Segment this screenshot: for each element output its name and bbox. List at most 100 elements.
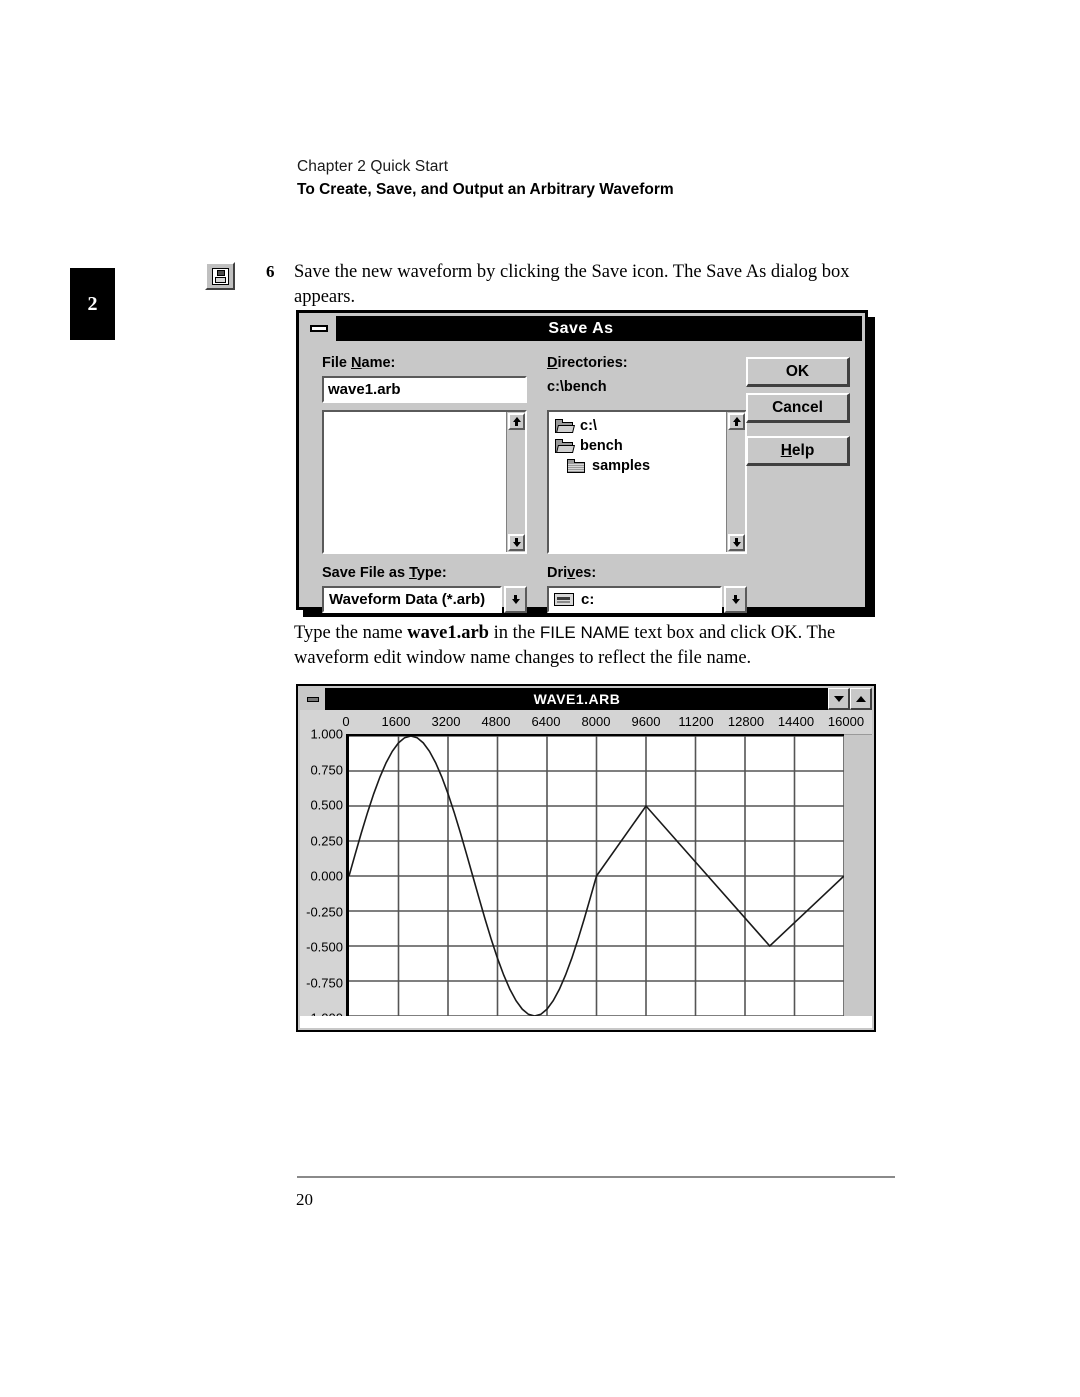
arrow-down-glyph — [731, 599, 740, 604]
directory-label: c:\ — [580, 418, 597, 434]
help-button-label: Help — [780, 441, 815, 459]
waveform-plot-area[interactable] — [346, 734, 844, 1016]
minimize-bar-glyph — [310, 325, 328, 332]
y-axis-tick-label: 0.000 — [310, 868, 343, 884]
para-filename: wave1.arb — [407, 623, 489, 643]
folder-open-icon — [555, 439, 575, 453]
file-list-box[interactable] — [322, 410, 527, 554]
running-head-chapter: Chapter 2 Quick Start — [297, 158, 449, 175]
para-caps: FILE NAME — [539, 623, 630, 642]
x-axis-ruler: 0 1600 3200 4800 6400 8000 9600 11200 12800 14400… — [300, 710, 872, 735]
cancel-button[interactable]: Cancel — [746, 393, 850, 423]
arrow-stem — [735, 422, 738, 426]
para-part1: Type the name — [294, 623, 408, 643]
directory-label: bench — [580, 438, 623, 454]
scroll-down-arrow-icon[interactable] — [728, 534, 745, 551]
y-axis-tick-label: -0.250 — [306, 904, 343, 919]
list-item[interactable]: samples — [549, 456, 745, 476]
y-axis-tick-label: 0.500 — [310, 797, 343, 813]
file-name-value: wave1.arb — [328, 381, 401, 398]
document-page: 2 Chapter 2 Quick Start To Create, Save,… — [0, 0, 1080, 1397]
drives-value: c: — [581, 591, 595, 608]
scroll-up-arrow-icon[interactable] — [508, 413, 525, 430]
arrow-stem — [735, 538, 738, 542]
floppy-disk-glyph — [211, 267, 229, 285]
x-axis-tick-label: 9600 — [631, 714, 661, 729]
arrow-down-glyph — [732, 542, 741, 547]
minimize-box-icon[interactable] — [300, 688, 326, 710]
x-axis-tick-label: 14400 — [777, 714, 815, 729]
x-axis-tick-label: 0 — [342, 714, 350, 729]
arrow-down-glyph — [511, 599, 520, 604]
combo-dropdown-arrow-icon[interactable] — [724, 586, 747, 613]
waveform-window-title: WAVE1.ARB — [533, 691, 621, 707]
save-file-as-type-value-field[interactable]: Waveform Data (*.arb) — [322, 586, 502, 613]
file-name-label: File Name: — [322, 355, 396, 371]
arrow-up-glyph — [512, 417, 521, 422]
scroll-up-arrow-icon[interactable] — [728, 413, 745, 430]
para-part2: in the — [488, 623, 540, 643]
dialog-body: File Name: wave1.arb Save File as Type: … — [302, 343, 862, 613]
list-item[interactable]: c:\ — [549, 416, 745, 436]
x-axis-tick-label: 12800 — [727, 714, 765, 729]
scroll-down-arrow-icon[interactable] — [508, 534, 525, 551]
folder-closed-icon — [567, 459, 585, 473]
x-axis-tick-label: 1600 — [381, 714, 411, 729]
directory-label: samples — [592, 458, 651, 474]
save-file-as-type-combo[interactable]: Waveform Data (*.arb) — [322, 586, 527, 613]
y-axis-tick-label: 0.750 — [310, 762, 343, 777]
chapter-margin-tab: 2 — [70, 268, 115, 340]
footer-rule — [297, 1176, 895, 1178]
arrow-stem — [515, 422, 518, 426]
arrow-down-glyph — [512, 542, 521, 547]
directory-items: c:\ bench samples — [549, 412, 745, 476]
x-axis-tick-label: 6400 — [531, 714, 561, 729]
list-item[interactable]: bench — [549, 436, 745, 456]
ok-button[interactable]: OK — [746, 357, 850, 387]
help-button[interactable]: Help — [746, 436, 850, 466]
directories-label: Directories: — [547, 355, 628, 371]
window-bottom-strip — [300, 1016, 872, 1028]
x-axis-tick-label: 8000 — [581, 714, 611, 729]
waveform-plot-svg — [349, 736, 844, 1016]
drives-value-field[interactable]: c: — [547, 586, 722, 613]
file-list-scrollbar[interactable] — [506, 412, 525, 552]
body-paragraph: Type the name wave1.arb in the FILE NAME… — [294, 620, 894, 671]
directory-list-scrollbar[interactable] — [726, 412, 745, 552]
hard-drive-icon — [554, 593, 574, 606]
step-text: Save the new waveform by clicking the Sa… — [294, 262, 850, 307]
minimize-bar-glyph — [306, 696, 319, 702]
x-axis-tick-label: 4800 — [481, 714, 511, 729]
y-axis-tick-label: -0.500 — [306, 939, 343, 955]
x-axis-tick-label: 11200 — [678, 714, 714, 729]
drives-label: Drives: — [547, 565, 597, 581]
folder-open-icon — [555, 419, 575, 433]
save-file-as-type-label: Save File as Type: — [322, 565, 447, 581]
dialog-title: Save As — [548, 319, 614, 337]
current-path: c:\bench — [547, 379, 607, 395]
x-axis-tick-label: 3200 — [431, 714, 461, 729]
arrow-up-glyph — [732, 417, 741, 422]
arrow-stem — [515, 538, 518, 542]
directory-list-box[interactable]: c:\ bench samples — [547, 410, 747, 554]
y-axis-ruler: 1.000 0.750 0.500 0.250 0.000 -0.250 -0.500 -0.… — [300, 727, 346, 1026]
minimize-button[interactable] — [828, 688, 850, 710]
step-number: 6 — [266, 262, 275, 281]
combo-dropdown-arrow-icon[interactable] — [504, 586, 527, 613]
window-controls — [828, 688, 872, 710]
ok-button-label: OK — [785, 362, 810, 380]
drives-combo[interactable]: c: — [547, 586, 747, 613]
triangle-down-icon — [833, 695, 844, 702]
save-as-dialog: Save As File Name: wave1.arb Save File a… — [296, 310, 868, 613]
chapter-tab-number: 2 — [87, 292, 98, 315]
file-name-input[interactable]: wave1.arb — [322, 376, 527, 403]
floppy-label — [215, 277, 226, 283]
y-axis-tick-label: -0.750 — [306, 975, 343, 990]
y-axis-tick-label: 0.250 — [310, 833, 343, 848]
minimize-box-icon[interactable] — [302, 316, 338, 341]
y-axis-tick-label: 1.000 — [310, 726, 343, 742]
running-head-section: To Create, Save, and Output an Arbitrary… — [297, 181, 674, 198]
page-number: 20 — [296, 1190, 313, 1209]
dialog-title-bar: Save As — [302, 316, 862, 341]
maximize-button[interactable] — [850, 688, 872, 710]
